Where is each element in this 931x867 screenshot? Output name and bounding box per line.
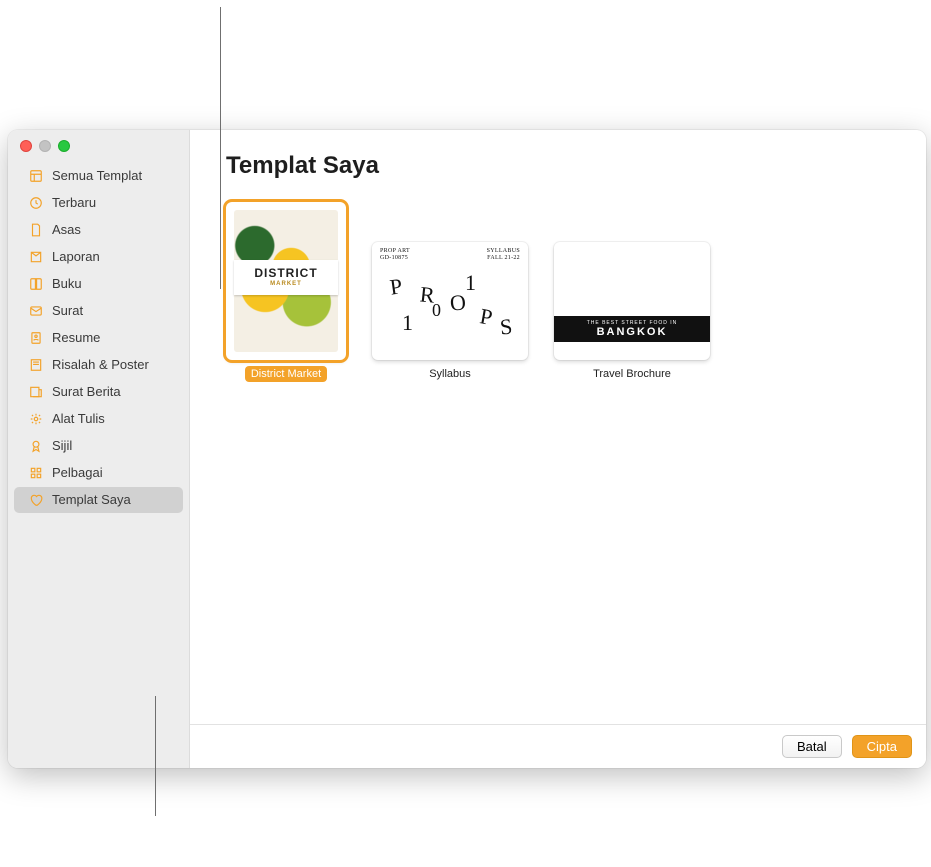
doc-icon — [28, 222, 44, 238]
sidebar-item-asas[interactable]: Asas — [14, 217, 183, 243]
sidebar-item-surat[interactable]: Surat — [14, 298, 183, 324]
cancel-button[interactable]: Batal — [782, 735, 842, 758]
poster-icon — [28, 357, 44, 373]
window-minimize-button[interactable] — [39, 140, 51, 152]
create-button[interactable]: Cipta — [852, 735, 912, 758]
template-thumbnail: DISTRICT MARKET — [226, 202, 346, 360]
sidebar-item-pelbagai[interactable]: Pelbagai — [14, 460, 183, 486]
template-travel-brochure[interactable]: THE BEST STREET FOOD IN BANGKOK Travel B… — [554, 242, 710, 382]
callout-line-sidebar — [155, 696, 156, 816]
sidebar-list: Semua Templat Terbaru Asas Laporan Buku Surat… — [8, 158, 189, 518]
main-content: Templat Saya DISTRICT MARKET Distric — [190, 130, 926, 724]
footer: Batal Cipta — [190, 724, 926, 768]
template-chooser-window: Semua Templat Terbaru Asas Laporan Buku Surat… — [8, 130, 926, 768]
sidebar-item-label: Alat Tulis — [52, 410, 173, 428]
sidebar-item-risalah-poster[interactable]: Risalah & Poster — [14, 352, 183, 378]
sidebar-item-laporan[interactable]: Laporan — [14, 244, 183, 270]
template-thumbnail: PROP ART GD-10875 SYLLABUS FALL 21-22 P … — [372, 242, 528, 360]
sidebar-item-label: Buku — [52, 275, 173, 293]
sidebar-item-label: Templat Saya — [52, 491, 173, 509]
sidebar-item-label: Resume — [52, 329, 173, 347]
template-icon — [28, 168, 44, 184]
sidebar-item-resume[interactable]: Resume — [14, 325, 183, 351]
sidebar-item-templat-saya[interactable]: Templat Saya — [14, 487, 183, 513]
sidebar: Semua Templat Terbaru Asas Laporan Buku Surat… — [8, 130, 190, 768]
clock-icon — [28, 195, 44, 211]
window-maximize-button[interactable] — [58, 140, 70, 152]
heart-icon — [28, 492, 44, 508]
sidebar-item-label: Pelbagai — [52, 464, 173, 482]
template-thumbnail: THE BEST STREET FOOD IN BANGKOK — [554, 242, 710, 360]
window-controls — [8, 130, 189, 158]
envelope-icon — [28, 303, 44, 319]
window-close-button[interactable] — [20, 140, 32, 152]
template-syllabus[interactable]: PROP ART GD-10875 SYLLABUS FALL 21-22 P … — [372, 242, 528, 382]
sidebar-item-semua-templat[interactable]: Semua Templat — [14, 163, 183, 189]
thumb-text: DISTRICT — [236, 266, 336, 280]
sidebar-item-label: Surat — [52, 302, 173, 320]
sidebar-item-label: Asas — [52, 221, 173, 239]
sidebar-item-label: Sijil — [52, 437, 173, 455]
book-icon — [28, 276, 44, 292]
sidebar-item-terbaru[interactable]: Terbaru — [14, 190, 183, 216]
thumb-text: P R O P S 1 1 0 — [372, 242, 528, 360]
sidebar-item-label: Surat Berita — [52, 383, 173, 401]
sidebar-item-surat-berita[interactable]: Surat Berita — [14, 379, 183, 405]
callout-line-template — [220, 7, 221, 289]
page-title: Templat Saya — [226, 152, 890, 180]
template-district-market[interactable]: DISTRICT MARKET District Market — [226, 202, 346, 382]
template-caption: District Market — [245, 366, 327, 382]
news-icon — [28, 384, 44, 400]
sidebar-item-alat-tulis[interactable]: Alat Tulis — [14, 406, 183, 432]
sidebar-item-label: Risalah & Poster — [52, 356, 173, 374]
cert-icon — [28, 438, 44, 454]
sidebar-item-buku[interactable]: Buku — [14, 271, 183, 297]
sidebar-item-label: Laporan — [52, 248, 173, 266]
thumb-text: BANGKOK — [554, 326, 710, 338]
sidebar-item-sijil[interactable]: Sijil — [14, 433, 183, 459]
template-caption: Travel Brochure — [587, 366, 677, 382]
sidebar-item-label: Semua Templat — [52, 167, 173, 185]
thumb-text: MARKET — [236, 281, 336, 287]
misc-icon — [28, 465, 44, 481]
templates-row: DISTRICT MARKET District Market PROP ART — [226, 202, 890, 382]
stationery-icon — [28, 411, 44, 427]
template-caption: Syllabus — [423, 366, 477, 382]
resume-icon — [28, 330, 44, 346]
sidebar-item-label: Terbaru — [52, 194, 173, 212]
report-icon — [28, 249, 44, 265]
